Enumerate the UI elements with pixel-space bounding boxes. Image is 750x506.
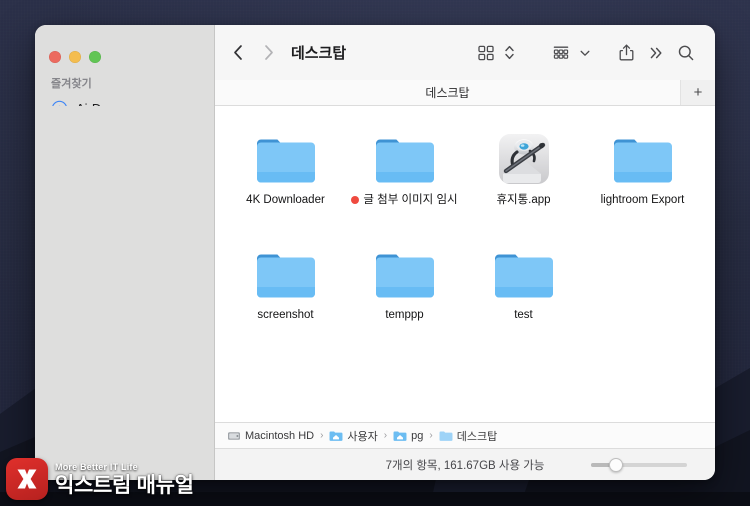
watermark-tagline: More Better IT Life <box>55 461 138 472</box>
file-item-test[interactable]: test <box>464 235 583 346</box>
file-item-label: temppp <box>385 309 424 321</box>
folder-icon <box>256 139 315 183</box>
status-bar: 7개의 항목, 161.67GB 사용 가능 <box>215 448 715 480</box>
folder-home-icon <box>393 431 407 441</box>
share-icon <box>619 44 633 61</box>
file-item-label-wrapper: 글 첨부 이미지 임시 <box>351 193 458 207</box>
path-separator: › <box>320 430 324 441</box>
folder-icon <box>439 431 453 441</box>
file-icon-art <box>497 124 551 186</box>
folder-icon <box>613 139 672 183</box>
folder-icon <box>256 254 315 298</box>
file-item-glcheombu-image-temp[interactable]: 글 첨부 이미지 임시 <box>345 120 464 231</box>
toolbar-region: 데스크탑 데스크탑 + <box>215 25 715 106</box>
icon-size-slider[interactable] <box>591 457 687 472</box>
sidebar-section-header-favorites: 즐겨찾기 <box>51 78 92 90</box>
path-segment-macintosh-hd[interactable]: Macintosh HD <box>227 430 314 442</box>
file-item-temppp[interactable]: temppp <box>345 235 464 346</box>
file-icon-art <box>374 239 436 301</box>
share-button[interactable] <box>611 39 641 67</box>
icon-view-button[interactable] <box>471 39 501 67</box>
path-segment-label: pg <box>411 429 424 442</box>
window-top-region: 즐겨찾기 AirDrop 응용 프로그램 <box>35 25 715 106</box>
search-button[interactable] <box>671 39 701 67</box>
desktop-wallpaper: 즐겨찾기 AirDrop 응용 프로그램 <box>0 0 750 506</box>
group-by-chevron[interactable] <box>576 39 593 67</box>
grid-view-icon <box>478 45 494 60</box>
chevron-up-down-icon <box>505 45 514 60</box>
back-button[interactable] <box>223 38 253 68</box>
file-icon-art <box>612 124 674 186</box>
file-icon-art <box>493 239 555 301</box>
view-controls <box>471 39 518 67</box>
chevron-right-icon <box>264 45 273 60</box>
file-item-label: lightroom Export <box>600 194 685 206</box>
logo-x-icon <box>17 469 37 489</box>
path-segment-pg[interactable]: pg <box>393 430 423 442</box>
file-item-label: screenshot <box>257 309 314 321</box>
icon-grid: 4K Downloader 글 첨부 이미지 임시 휴지통.app lightr… <box>215 120 715 346</box>
close-button[interactable] <box>49 50 61 63</box>
file-item-label: test <box>514 309 533 321</box>
traffic-lights[interactable] <box>35 25 214 67</box>
more-button[interactable] <box>641 39 671 67</box>
file-item-label: 글 첨부 이미지 임시 <box>363 194 458 206</box>
toolbar: 데스크탑 <box>215 25 715 80</box>
view-stepper[interactable] <box>501 39 518 67</box>
watermark-text: More Better IT Life 익스트림 매뉴얼 <box>55 461 194 497</box>
chevron-left-icon <box>233 45 242 60</box>
group-list-icon <box>553 46 569 59</box>
path-segment-users[interactable]: 사용자 <box>329 428 378 444</box>
file-icon-art <box>374 124 436 186</box>
status-text: 7개의 항목, 161.67GB 사용 가능 <box>385 459 545 472</box>
path-segment-label: 사용자 <box>347 430 378 443</box>
tab-bar[interactable]: 데스크탑 + <box>215 80 715 106</box>
sidebar[interactable]: 즐겨찾기 AirDrop 응용 프로그램 <box>35 25 215 106</box>
new-tab-button[interactable]: + <box>681 80 715 105</box>
folder-icon <box>375 139 434 183</box>
page-title: 데스크탑 <box>291 45 347 62</box>
file-item-trash-app[interactable]: 휴지통.app <box>464 120 583 231</box>
plus-icon: + <box>693 84 703 101</box>
file-item-label: 4K Downloader <box>246 194 325 206</box>
forward-button[interactable] <box>253 38 283 68</box>
extreme-manual-logo-icon <box>6 458 48 500</box>
group-by-button[interactable] <box>546 39 576 67</box>
path-separator: › <box>429 430 433 441</box>
watermark: More Better IT Life 익스트림 매뉴얼 <box>6 458 194 500</box>
file-item-lightroom-export[interactable]: lightroom Export <box>583 120 702 231</box>
folder-icon <box>494 254 553 298</box>
folder-icon <box>375 254 434 298</box>
maximize-button[interactable] <box>89 50 101 63</box>
folder-home-icon <box>329 431 343 441</box>
slider-knob[interactable] <box>609 457 623 472</box>
group-by-controls <box>546 39 593 67</box>
finder-window[interactable]: 즐겨찾기 AirDrop 응용 프로그램 <box>35 25 715 480</box>
minimize-button[interactable] <box>69 50 81 63</box>
window-body: 4K Downloader 글 첨부 이미지 임시 휴지통.app lightr… <box>35 106 715 480</box>
hard-drive-icon <box>228 431 240 440</box>
file-icon-art <box>255 124 317 186</box>
path-segment-desktop[interactable]: 데스크탑 <box>439 428 497 444</box>
file-item-screenshot[interactable]: screenshot <box>226 235 345 346</box>
sidebar-item-airdrop[interactable]: AirDrop <box>43 96 206 106</box>
tab-label: 데스크탑 <box>425 86 470 100</box>
path-segment-label: 데스크탑 <box>456 430 498 443</box>
file-grid-area[interactable]: 4K Downloader 글 첨부 이미지 임시 휴지통.app lightr… <box>215 106 715 422</box>
file-item-4k-downloader[interactable]: 4K Downloader <box>226 120 345 231</box>
tab-desktop[interactable]: 데스크탑 <box>215 80 681 105</box>
sidebar-lower-filler <box>35 106 215 480</box>
chevron-down-icon <box>580 50 589 56</box>
file-icon-art <box>255 239 317 301</box>
search-icon <box>678 45 694 60</box>
path-bar[interactable]: Macintosh HD › 사용자 › pg › 데스크탑 <box>215 422 715 448</box>
path-separator: › <box>383 430 388 441</box>
red-tag-icon <box>351 196 360 204</box>
double-chevron-right-icon <box>650 47 662 58</box>
path-segment-label: Macintosh HD <box>245 429 315 442</box>
automator-app-icon <box>498 134 549 184</box>
watermark-name: 익스트림 매뉴얼 <box>55 473 194 497</box>
content-pane: 4K Downloader 글 첨부 이미지 임시 휴지통.app lightr… <box>215 106 715 480</box>
file-item-label: 휴지통.app <box>496 194 551 206</box>
